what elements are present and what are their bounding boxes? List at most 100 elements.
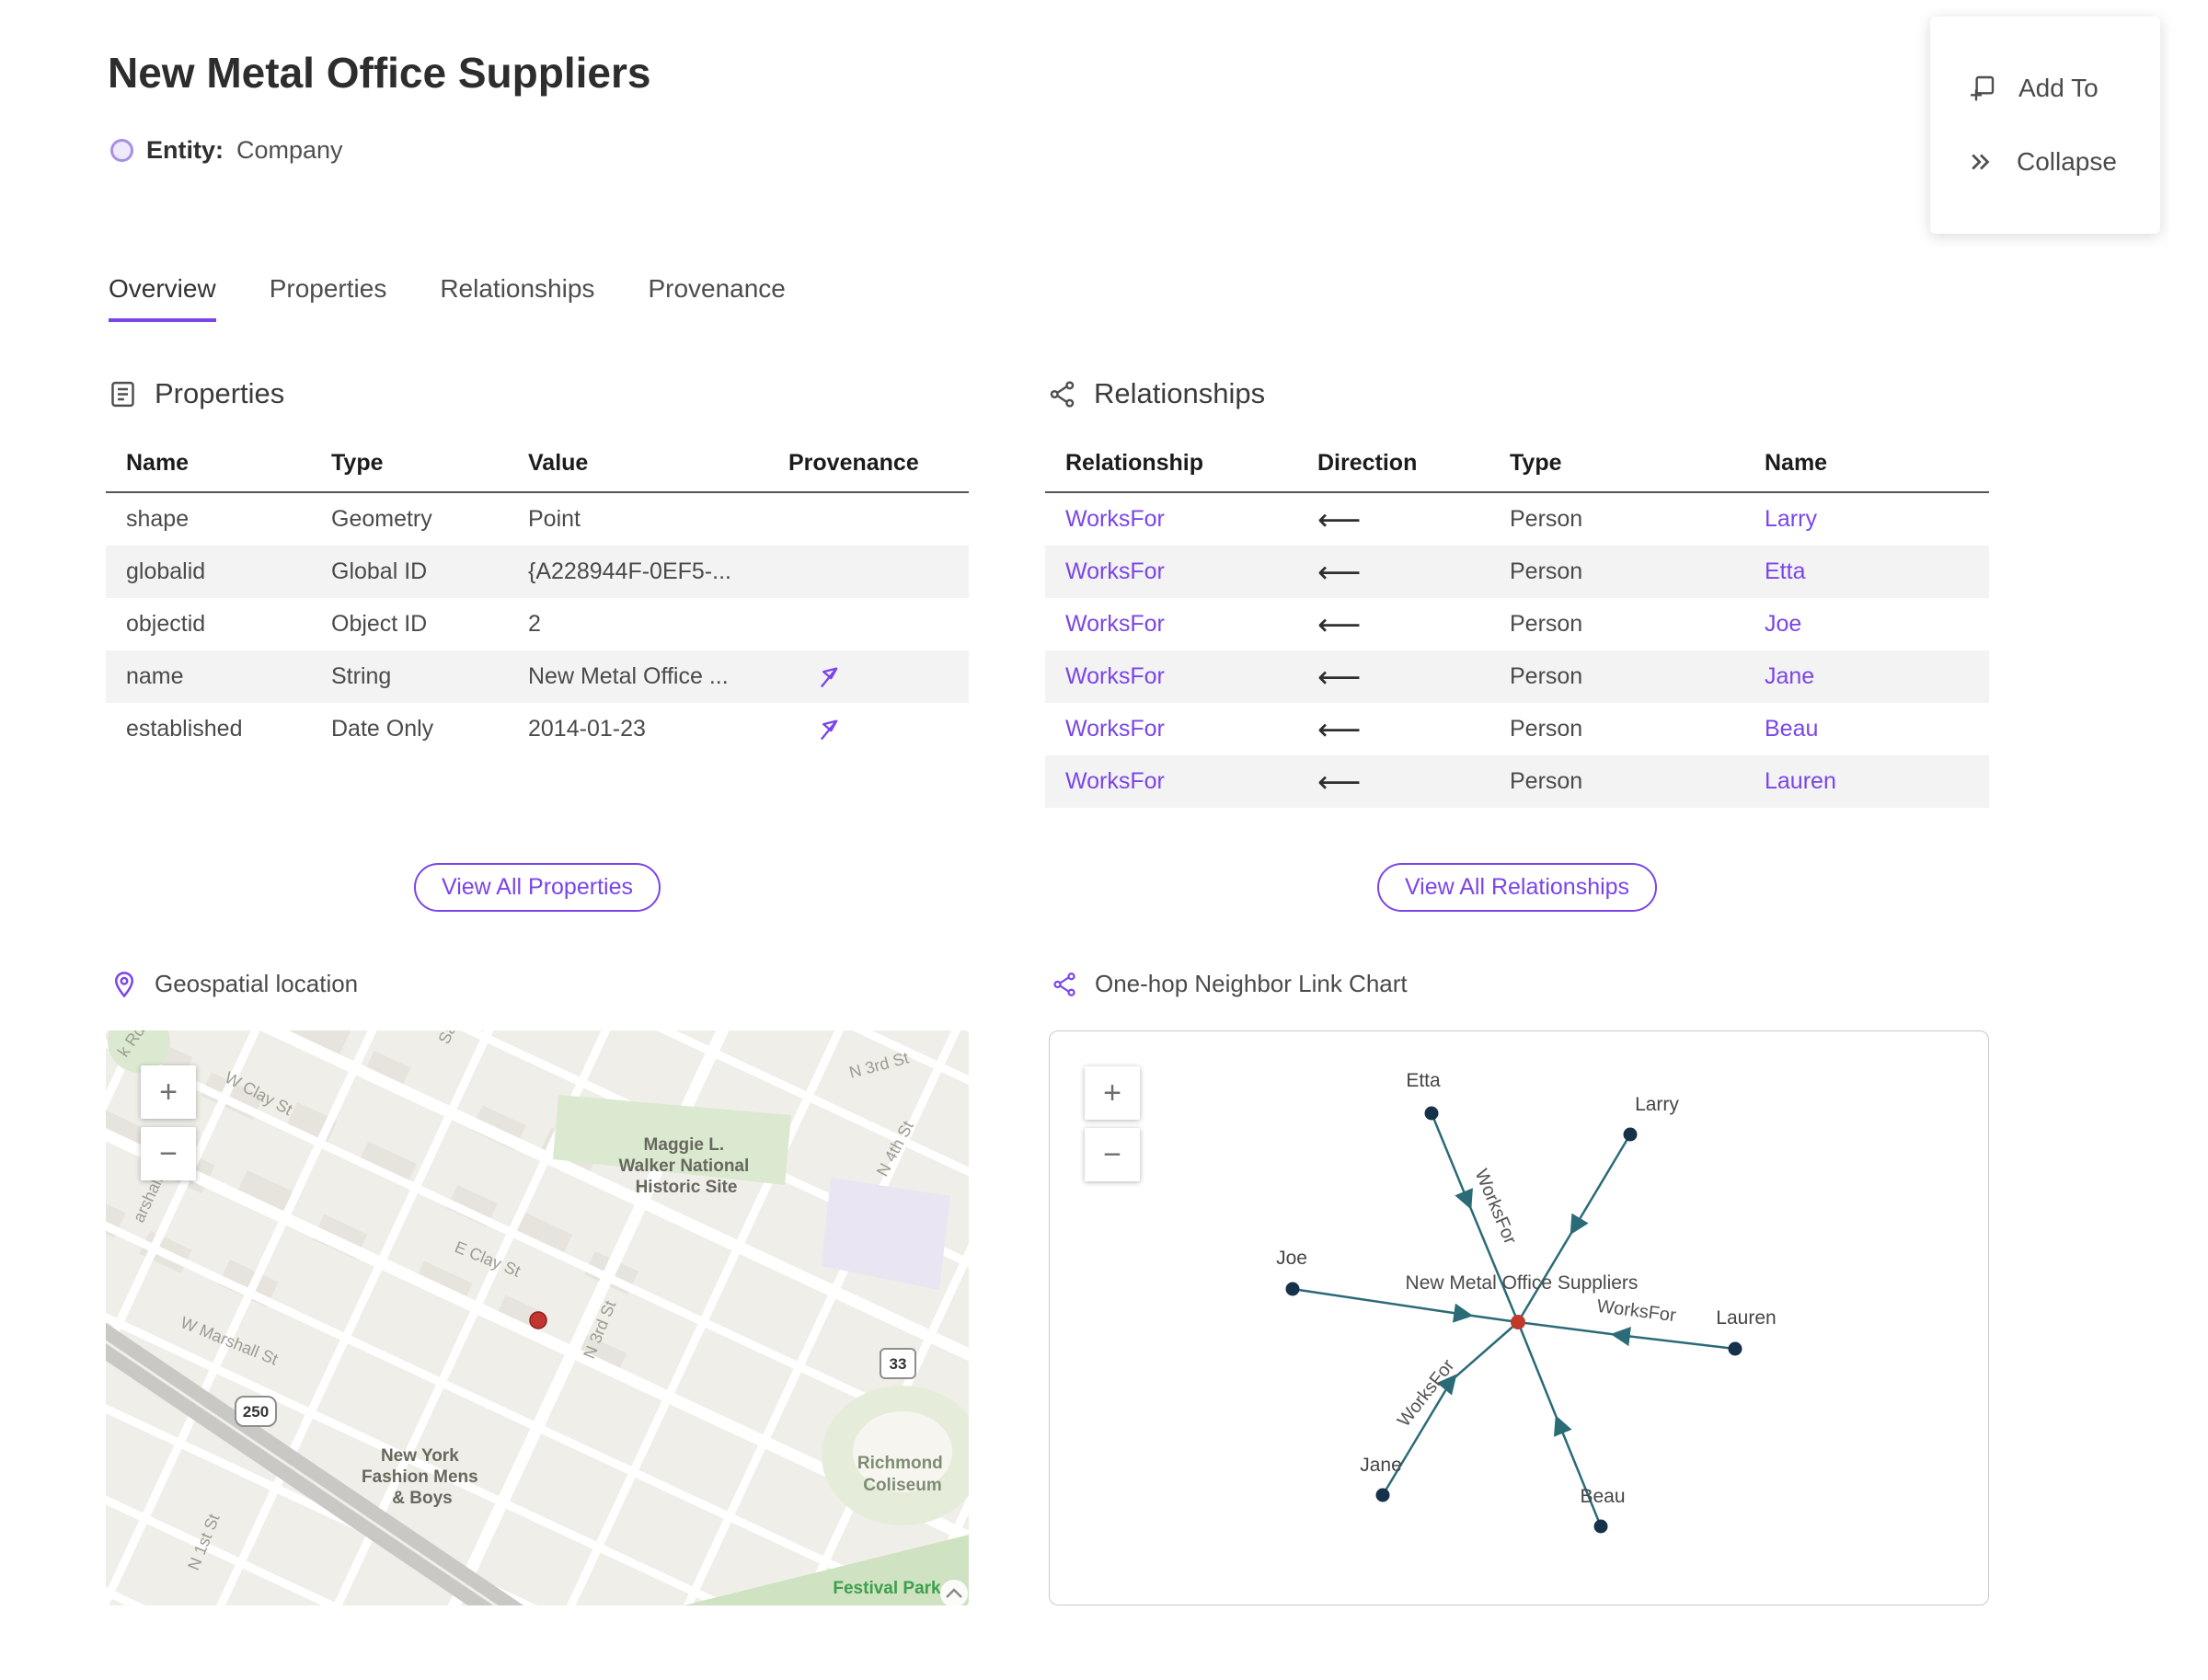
svg-text:Beau: Beau bbox=[1580, 1486, 1625, 1507]
svg-text:WorksFor: WorksFor bbox=[1471, 1167, 1521, 1248]
property-value: New Metal Office ... bbox=[528, 663, 729, 689]
edge-larry-worksfor[interactable] bbox=[1516, 1133, 1632, 1323]
edge-lauren-worksfor[interactable] bbox=[1517, 1320, 1736, 1351]
relationship-link[interactable]: WorksFor bbox=[1045, 716, 1317, 742]
edge-joe-worksfor[interactable] bbox=[1292, 1287, 1519, 1324]
one-hop-network-icon bbox=[1053, 972, 1075, 996]
column-header-relationship: Relationship bbox=[1065, 449, 1204, 476]
relationships-section-header: Relationships bbox=[1047, 377, 1265, 410]
linkchart-zoom-out-button[interactable]: − bbox=[1085, 1128, 1140, 1181]
view-all-relationships-button[interactable]: View All Relationships bbox=[1376, 863, 1658, 912]
collapse-button[interactable]: Collapse bbox=[1967, 147, 2160, 177]
entity-link[interactable]: Lauren bbox=[1765, 768, 1989, 795]
node-joe[interactable] bbox=[1285, 1282, 1300, 1296]
svg-text:Etta: Etta bbox=[1406, 1070, 1441, 1091]
linkchart-edge-labels: WorksFor WorksFor WorksFor bbox=[1394, 1167, 1677, 1431]
linkchart-panel: + − WorksFor WorksFor WorksFor Etta Larr… bbox=[1049, 1030, 1989, 1605]
view-all-properties-button[interactable]: View All Properties bbox=[414, 863, 661, 912]
provenance-icon[interactable] bbox=[816, 717, 842, 742]
map-marker[interactable] bbox=[529, 1311, 547, 1329]
actions-panel: Add To Collapse bbox=[1930, 17, 2160, 234]
svg-text:Festival Park: Festival Park bbox=[833, 1579, 941, 1598]
table-row: WorksFor ⟵ Person Lauren bbox=[1045, 755, 1989, 808]
node-larry[interactable] bbox=[1623, 1127, 1638, 1142]
geospatial-section-header: Geospatial location bbox=[110, 970, 358, 998]
column-header-name: Name bbox=[1765, 449, 1828, 476]
entity-type-row: Entity: Company bbox=[110, 136, 343, 165]
table-row: WorksFor ⟵ Person Etta bbox=[1045, 546, 1989, 598]
relationship-link[interactable]: WorksFor bbox=[1045, 768, 1317, 795]
node-etta[interactable] bbox=[1424, 1106, 1439, 1121]
node-lauren[interactable] bbox=[1728, 1341, 1742, 1356]
relationship-link[interactable]: WorksFor bbox=[1045, 558, 1317, 585]
tab-provenance[interactable]: Provenance bbox=[648, 274, 785, 322]
entity-type-value: Company bbox=[236, 136, 343, 164]
route-shield-250: 250 bbox=[235, 1396, 277, 1427]
linkchart-zoom-in-button[interactable]: + bbox=[1085, 1066, 1140, 1120]
relationship-type: Person bbox=[1510, 768, 1583, 794]
column-header-value: Value bbox=[528, 449, 589, 476]
relationship-type: Person bbox=[1510, 506, 1583, 532]
svg-text:WorksFor: WorksFor bbox=[1596, 1296, 1678, 1326]
map-canvas[interactable]: k Rd W Clay St Sa N 3rd St N 4th St arsh… bbox=[106, 1030, 969, 1605]
direction-left-arrow: ⟵ bbox=[1317, 606, 1362, 642]
collapse-label: Collapse bbox=[2017, 147, 2117, 176]
entity-link[interactable]: Beau bbox=[1765, 716, 1989, 742]
map-zoom-controls: + − bbox=[141, 1065, 196, 1180]
property-type: String bbox=[331, 663, 392, 689]
tab-overview[interactable]: Overview bbox=[109, 274, 216, 322]
linkchart-zoom-controls: + − bbox=[1085, 1066, 1140, 1181]
add-to-icon bbox=[1971, 75, 1995, 101]
entity-link[interactable]: Joe bbox=[1765, 611, 1989, 638]
relationship-link[interactable]: WorksFor bbox=[1045, 611, 1317, 638]
table-row: WorksFor ⟵ Person Jane bbox=[1045, 650, 1989, 703]
relationship-type: Person bbox=[1510, 611, 1583, 637]
relationship-type: Person bbox=[1510, 663, 1583, 689]
table-row: shape Geometry Point bbox=[106, 493, 969, 546]
node-center-company[interactable] bbox=[1511, 1315, 1525, 1329]
add-to-button[interactable]: Add To bbox=[1967, 74, 2160, 103]
relationships-icon bbox=[1050, 380, 1075, 408]
tab-relationships[interactable]: Relationships bbox=[440, 274, 594, 322]
tab-properties[interactable]: Properties bbox=[270, 274, 387, 322]
properties-icon bbox=[111, 381, 134, 407]
svg-text:250: 250 bbox=[243, 1403, 269, 1421]
column-header-provenance: Provenance bbox=[788, 449, 919, 476]
svg-text:WorksFor: WorksFor bbox=[1394, 1355, 1459, 1431]
column-header-direction: Direction bbox=[1317, 449, 1418, 476]
entity-link[interactable]: Larry bbox=[1765, 506, 1989, 533]
linkchart-section-header: One-hop Neighbor Link Chart bbox=[1051, 970, 1408, 998]
property-name: shape bbox=[126, 506, 190, 532]
direction-left-arrow: ⟵ bbox=[1317, 764, 1362, 800]
map-panel: + − k Rd W Clay St Sa N 3rd St N 4th St … bbox=[106, 1030, 969, 1605]
properties-section-header: Properties bbox=[108, 377, 284, 410]
table-row: objectid Object ID 2 bbox=[106, 598, 969, 650]
map-zoom-out-button[interactable]: − bbox=[141, 1127, 196, 1180]
entity-link[interactable]: Jane bbox=[1765, 663, 1989, 690]
relationships-table: Relationship Direction Type Name WorksFo… bbox=[1045, 434, 1989, 808]
property-value: Point bbox=[528, 506, 581, 532]
table-row: WorksFor ⟵ Person Larry bbox=[1045, 493, 1989, 546]
entity-link[interactable]: Etta bbox=[1765, 558, 1989, 585]
map-pin-icon bbox=[114, 971, 134, 997]
direction-left-arrow: ⟵ bbox=[1317, 659, 1362, 695]
property-type: Global ID bbox=[331, 558, 428, 584]
collapse-icon bbox=[1972, 154, 1990, 170]
property-name: name bbox=[126, 663, 184, 689]
node-beau[interactable] bbox=[1593, 1519, 1608, 1534]
node-jane[interactable] bbox=[1375, 1488, 1390, 1502]
property-name: objectid bbox=[126, 611, 206, 637]
tab-bar: Overview Properties Relationships Proven… bbox=[109, 274, 786, 322]
provenance-icon[interactable] bbox=[816, 664, 842, 690]
direction-left-arrow: ⟵ bbox=[1317, 501, 1362, 537]
column-header-name: Name bbox=[126, 449, 190, 476]
relationship-link[interactable]: WorksFor bbox=[1045, 663, 1317, 690]
linkchart-canvas[interactable]: WorksFor WorksFor WorksFor Etta Larry Jo… bbox=[1050, 1031, 1988, 1605]
table-row: name String New Metal Office ... bbox=[106, 650, 969, 703]
entity-label: Entity: bbox=[146, 136, 224, 164]
svg-text:Joe: Joe bbox=[1276, 1248, 1307, 1269]
relationship-link[interactable]: WorksFor bbox=[1045, 506, 1317, 533]
map-zoom-in-button[interactable]: + bbox=[141, 1065, 196, 1119]
property-type: Date Only bbox=[331, 716, 434, 742]
svg-text:33: 33 bbox=[890, 1355, 907, 1373]
